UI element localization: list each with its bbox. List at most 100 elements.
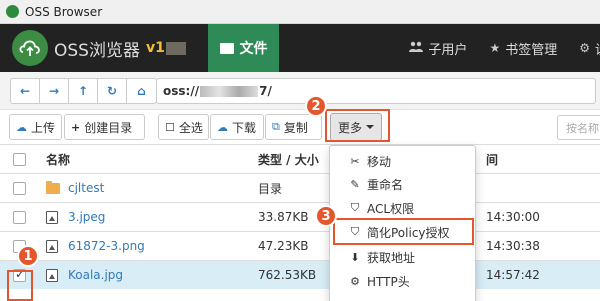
header-type-size[interactable]: 类型 / 大小	[258, 151, 319, 168]
table-row[interactable]: cjltest 目录	[0, 173, 600, 202]
menu-item-move[interactable]: ✂ 移动	[330, 150, 477, 172]
download-button[interactable]: ☁ 下载	[210, 114, 264, 140]
search-placeholder: 按名称	[566, 121, 599, 135]
file-name-link[interactable]: 3.jpeg	[68, 210, 105, 224]
address-nav-group: ← → ↑ ↻ ⌂	[10, 78, 157, 104]
menu-item-label: ACL权限	[367, 201, 415, 216]
address-bar: ← → ↑ ↻ ⌂ oss:// 7/	[0, 72, 600, 110]
file-time: 14:30:00	[486, 210, 540, 224]
path-input[interactable]: oss:// 7/	[156, 78, 596, 104]
forward-icon: →	[48, 84, 60, 98]
menu-item-label: 移动	[367, 154, 392, 169]
upload-icon: ☁	[16, 120, 27, 134]
home-icon: ⌂	[137, 84, 146, 98]
menu-item-label: 重命名	[367, 177, 404, 192]
action-toolbar: ☁ 上传 + 创建目录 ☐ 全选 ☁ 下载 ⧉ 复制 更多 按名称	[0, 110, 600, 144]
file-type-size: 目录	[258, 181, 283, 196]
row-checkbox[interactable]	[13, 181, 26, 195]
nav-settings[interactable]: ⚙ 设	[579, 39, 600, 58]
file-name-link[interactable]: cjltest	[68, 181, 104, 195]
table-row-selected[interactable]: Koala.jpg 762.53KB 14:57:42	[0, 260, 600, 289]
select-all-checkbox[interactable]	[13, 152, 26, 166]
image-file-icon	[46, 210, 58, 224]
brand-name: OSS浏览器	[54, 40, 140, 61]
forward-button[interactable]: →	[40, 79, 69, 103]
search-input[interactable]: 按名称	[557, 115, 600, 140]
file-name-link[interactable]: 61872-3.png	[68, 239, 145, 253]
copy-label: 复制	[283, 120, 308, 135]
create-folder-button[interactable]: + 创建目录	[64, 114, 145, 140]
refresh-button[interactable]: ↻	[98, 79, 127, 103]
image-file-icon	[46, 268, 58, 282]
menu-item-acl[interactable]: ⛉ ACL权限	[330, 197, 477, 219]
file-time: 14:30:38	[486, 239, 540, 253]
redacted-version	[165, 41, 186, 55]
checkbox-icon: ☐	[165, 120, 175, 134]
folder-open-icon	[219, 42, 234, 54]
window-title: OSS Browser	[25, 4, 103, 19]
menu-item-rename[interactable]: ✎ 重命名	[330, 173, 477, 195]
copy-button[interactable]: ⧉ 复制	[265, 114, 322, 140]
top-navbar: OSS浏览器 v1 文件 子用户 ★ 书签管理 ⚙ 设	[0, 24, 600, 72]
edit-icon: ✎	[350, 177, 360, 191]
annotation-box-policy	[333, 218, 474, 245]
plus-icon: +	[71, 120, 81, 134]
select-all-button[interactable]: ☐ 全选	[158, 114, 209, 140]
nav-bookmarks-label: 书签管理	[505, 42, 558, 58]
menu-item-get-address[interactable]: ⬇ 获取地址	[330, 246, 477, 268]
file-time: 14:57:42	[486, 268, 540, 282]
version-label: v1	[145, 40, 165, 56]
app-icon	[6, 5, 19, 18]
row-checkbox[interactable]	[13, 210, 26, 224]
file-type-size: 762.53KB	[258, 268, 317, 282]
file-type-size: 33.87KB	[258, 210, 309, 224]
scissors-icon: ✂	[350, 154, 360, 168]
annotation-box-checkbox	[7, 270, 33, 301]
annotation-badge-1: 1	[17, 245, 39, 267]
tab-files-label: 文件	[239, 41, 268, 57]
oss-logo-icon	[12, 30, 48, 66]
annotation-badge-3: 3	[315, 205, 337, 227]
brand[interactable]: OSS浏览器 v1	[0, 24, 208, 72]
annotation-badge-2: 2	[305, 95, 327, 117]
up-button[interactable]: ↑	[69, 79, 98, 103]
image-file-icon	[46, 239, 58, 253]
star-icon: ★	[489, 41, 501, 55]
annotation-box-more	[325, 109, 390, 142]
select-all-label: 全选	[178, 120, 203, 135]
back-button[interactable]: ←	[11, 79, 40, 103]
redacted-path	[200, 85, 259, 97]
users-icon	[409, 41, 424, 55]
nav-bookmarks[interactable]: ★ 书签管理	[489, 39, 557, 58]
download-icon: ☁	[217, 120, 228, 134]
shield-icon: ⛉	[350, 201, 360, 214]
window-titlebar: OSS Browser	[0, 0, 600, 24]
download-icon: ⬇	[350, 250, 360, 264]
back-icon: ←	[19, 84, 31, 98]
download-label: 下载	[232, 120, 257, 135]
up-icon: ↑	[77, 84, 89, 98]
tab-files[interactable]: 文件	[208, 24, 279, 72]
nav-settings-label: 设	[595, 39, 600, 58]
menu-item-label: HTTP头	[367, 274, 410, 289]
table-header: 名称 类型 / 大小 间	[0, 144, 600, 173]
folder-icon	[46, 180, 60, 194]
table-row[interactable]: 61872-3.png 47.23KB 14:30:38	[0, 231, 600, 260]
nav-sub-users-label: 子用户	[428, 42, 468, 58]
path-prefix: oss://	[163, 84, 200, 98]
gear-icon: ⚙	[579, 41, 590, 55]
menu-item-label: 获取地址	[367, 250, 416, 265]
nav-sub-users[interactable]: 子用户	[409, 39, 467, 58]
upload-button[interactable]: ☁ 上传	[9, 114, 62, 140]
table-row[interactable]: 3.jpeg 33.87KB 14:30:00	[0, 202, 600, 231]
header-time[interactable]: 间	[486, 151, 498, 168]
path-suffix: 7/	[259, 84, 272, 98]
menu-item-http-header[interactable]: ⚙ HTTP头	[330, 270, 477, 292]
refresh-icon: ↻	[106, 84, 118, 98]
file-type-size: 47.23KB	[258, 239, 309, 253]
file-name-link[interactable]: Koala.jpg	[68, 268, 123, 282]
header-name[interactable]: 名称	[46, 151, 70, 168]
gear-icon: ⚙	[350, 274, 360, 288]
upload-label: 上传	[31, 120, 56, 135]
home-button[interactable]: ⌂	[127, 79, 156, 103]
